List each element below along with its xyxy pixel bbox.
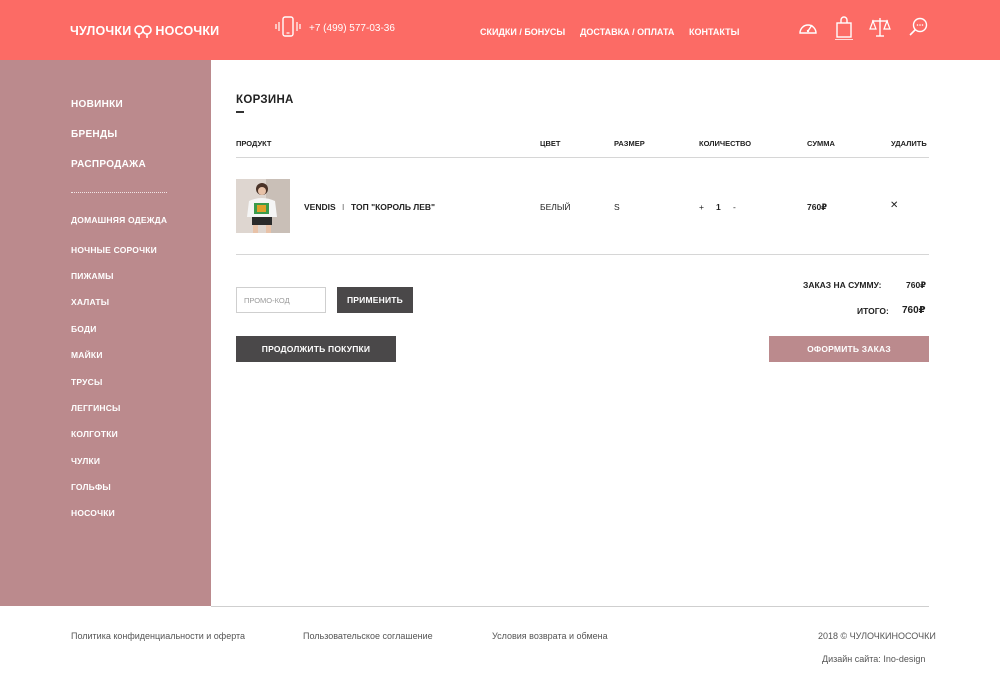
page-title: КОРЗИНА [236, 94, 294, 106]
quantity-decrease-button[interactable]: - [733, 202, 736, 212]
header-phone[interactable]: +7 (499) 577-03-36 [275, 16, 395, 40]
scales-icon[interactable] [869, 16, 891, 40]
total-value: 760₽ [902, 305, 926, 316]
footer-link-terms[interactable]: Пользовательское соглашение [303, 631, 433, 641]
sidebar: НОВИНКИ БРЕНДЫ РАСПРОДАЖА ДОМАШНЯЯ ОДЕЖД… [0, 60, 211, 606]
col-header-product: ПРОДУКТ [236, 139, 272, 148]
sidebar-item-brands[interactable]: БРЕНДЫ [71, 129, 117, 140]
sidebar-item-socks[interactable]: НОСОЧКИ [71, 508, 115, 518]
site-logo[interactable]: ЧУЛОЧКИ НОСОЧКИ [70, 24, 219, 38]
sidebar-item-tanks[interactable]: МАЙКИ [71, 350, 103, 360]
sidebar-item-underwear[interactable]: ТРУСЫ [71, 377, 103, 387]
phone-icon [275, 16, 301, 37]
sidebar-divider [71, 192, 167, 193]
sidebar-item-knee-socks[interactable]: ГОЛЬФЫ [71, 482, 111, 492]
nav-delivery[interactable]: ДОСТАВКА / ОПЛАТА [580, 27, 674, 37]
order-sum-label: ЗАКАЗ НА СУММУ: [803, 280, 882, 290]
footer-divider [211, 606, 929, 607]
footer-copyright: 2018 © ЧУЛОЧКИНОСОЧКИ [818, 631, 936, 641]
remove-item-button[interactable]: ✕ [890, 200, 898, 211]
phone-number: +7 (499) 577-03-36 [309, 22, 395, 34]
footer-link-returns[interactable]: Условия возврата и обмена [492, 631, 608, 641]
col-header-delete: УДАЛИТЬ [891, 139, 927, 148]
checkout-button[interactable]: ОФОРМИТЬ ЗАКАЗ [769, 336, 929, 362]
col-header-sum: СУММА [807, 139, 835, 148]
sidebar-item-homewear[interactable]: ДОМАШНЯЯ ОДЕЖДА [71, 215, 167, 225]
shopping-bag-icon[interactable] [833, 16, 855, 40]
quantity-value: 1 [716, 202, 721, 212]
site-header: ЧУЛОЧКИ НОСОЧКИ +7 (499) 577-03-36 СКИДК… [0, 0, 1000, 60]
sidebar-item-stockings[interactable]: ЧУЛКИ [71, 456, 100, 466]
product-size: S [614, 202, 620, 212]
sidebar-item-pajamas[interactable]: ПИЖАМЫ [71, 271, 114, 281]
total-label: ИТОГО: [857, 306, 889, 316]
logo-text-left: ЧУЛОЧКИ [70, 24, 132, 38]
sidebar-item-sale[interactable]: РАСПРОДАЖА [71, 159, 146, 170]
logo-heart-icon [133, 24, 153, 38]
col-header-size: РАЗМЕР [614, 139, 645, 148]
product-name[interactable]: ТОП "КОРОЛЬ ЛЕВ" [351, 202, 435, 212]
continue-shopping-button[interactable]: ПРОДОЛЖИТЬ ПОКУПКИ [236, 336, 396, 362]
product-color: БЕЛЫЙ [540, 202, 571, 212]
sidebar-item-new[interactable]: НОВИНКИ [71, 99, 123, 110]
footer-link-privacy[interactable]: Политика конфиденциальности и оферта [71, 631, 245, 641]
col-header-color: ЦВЕТ [540, 139, 561, 148]
nav-discounts[interactable]: СКИДКИ / БОНУСЫ [480, 27, 565, 37]
nav-contacts[interactable]: КОНТАКТЫ [689, 27, 739, 37]
quantity-increase-button[interactable]: + [699, 202, 704, 212]
table-bottom-divider [236, 254, 929, 255]
sidebar-item-robes[interactable]: ХАЛАТЫ [71, 297, 109, 307]
apply-promo-button[interactable]: ПРИМЕНИТЬ [337, 287, 413, 313]
order-sum-value: 760₽ [906, 280, 927, 290]
footer-design-credit[interactable]: Дизайн сайта: Ino-design [822, 654, 925, 664]
product-brand[interactable]: VENDIS [304, 202, 336, 212]
product-separator: I [342, 202, 345, 212]
sidebar-item-leggings[interactable]: ЛЕГГИНСЫ [71, 403, 121, 413]
sidebar-item-tights[interactable]: КОЛГОТКИ [71, 429, 118, 439]
logo-text-right: НОСОЧКИ [155, 24, 220, 38]
title-underline [236, 111, 244, 113]
col-header-quantity: КОЛИЧЕСТВО [699, 139, 752, 148]
search-icon[interactable] [907, 16, 929, 40]
promo-code-input[interactable] [236, 287, 326, 313]
table-header-divider [236, 157, 929, 158]
product-sum: 760₽ [807, 202, 828, 212]
sidebar-item-bodysuits[interactable]: БОДИ [71, 324, 97, 334]
speedometer-icon[interactable] [797, 16, 819, 40]
product-thumbnail[interactable] [236, 179, 290, 233]
sidebar-item-nightgowns[interactable]: НОЧНЫЕ СОРОЧКИ [71, 245, 157, 255]
